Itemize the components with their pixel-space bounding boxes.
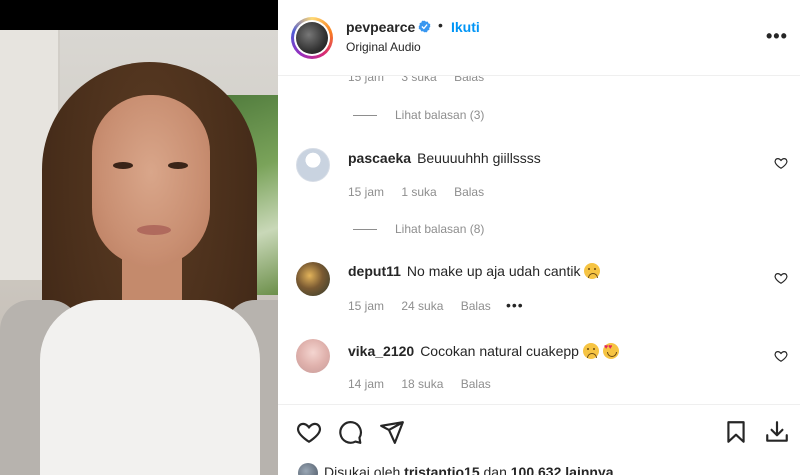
heart-icon[interactable] bbox=[774, 156, 788, 170]
commenter-avatar[interactable] bbox=[296, 339, 330, 373]
comment-time: 14 jam bbox=[348, 377, 385, 391]
commenter-avatar[interactable] bbox=[296, 148, 330, 182]
view-replies-label: Lihat balasan (3) bbox=[395, 108, 485, 122]
likes-summary[interactable]: Disukai oleh tristantio15 dan 100.632 la… bbox=[278, 460, 800, 475]
comment-time: 15 jam bbox=[348, 76, 385, 84]
media-person-lips bbox=[137, 225, 171, 235]
media-person-eye-left bbox=[113, 162, 133, 169]
download-icon[interactable] bbox=[764, 419, 790, 445]
media-person-face bbox=[92, 95, 210, 267]
comment-body: Beuuuuhhh giillssss bbox=[417, 150, 541, 166]
post-actions-bar bbox=[278, 404, 800, 460]
verified-icon bbox=[418, 20, 431, 33]
comments-list[interactable]: 15 jam 3 suka Balas Lihat balasan (3) pa… bbox=[278, 76, 800, 404]
comment-likes[interactable]: 3 suka bbox=[401, 76, 436, 84]
share-icon[interactable] bbox=[379, 419, 405, 445]
view-replies-label: Lihat balasan (8) bbox=[395, 222, 485, 236]
post-side-panel: pevpearce • Ikuti Original Audio ••• 15 … bbox=[278, 0, 800, 475]
media-top-bar bbox=[0, 0, 278, 30]
likes-prefix: Disukai oleh bbox=[324, 464, 401, 475]
heart-icon[interactable] bbox=[774, 271, 788, 285]
comment-reply-button[interactable]: Balas bbox=[461, 377, 491, 391]
media-person-shirt bbox=[40, 300, 260, 475]
post-media[interactable] bbox=[0, 0, 278, 475]
more-options-icon[interactable]: ••• bbox=[766, 26, 788, 47]
commenter-username[interactable]: pascaeka bbox=[348, 150, 411, 166]
comment-time: 15 jam bbox=[348, 185, 385, 199]
commenter-username[interactable]: deput11 bbox=[348, 263, 401, 279]
header-separator: • bbox=[438, 17, 443, 33]
comment-meta: 15 jam 1 suka Balas bbox=[348, 185, 498, 199]
comment-icon[interactable] bbox=[337, 419, 363, 445]
comment-more-icon[interactable]: ••• bbox=[506, 297, 524, 313]
likes-count[interactable]: 100.632 lainnya bbox=[511, 464, 614, 475]
liker-avatar bbox=[298, 463, 318, 475]
comment-meta: 14 jam 18 suka Balas bbox=[348, 377, 505, 391]
comment-body: No make up aja udah cantik bbox=[406, 263, 581, 279]
heart-eyes-emoji bbox=[602, 343, 619, 359]
like-heart-icon[interactable] bbox=[296, 419, 322, 445]
comment-likes[interactable]: 1 suka bbox=[401, 185, 436, 199]
audio-label[interactable]: Original Audio bbox=[346, 40, 421, 54]
commenter-username[interactable]: vika_2120 bbox=[348, 343, 414, 359]
comment-likes[interactable]: 18 suka bbox=[401, 377, 443, 391]
follow-button[interactable]: Ikuti bbox=[451, 19, 480, 35]
author-username[interactable]: pevpearce bbox=[346, 19, 415, 35]
sad-face-emoji bbox=[584, 263, 601, 279]
comment-meta: 15 jam 3 suka Balas bbox=[348, 76, 498, 84]
comment-body: Cocokan natural cuakepp bbox=[420, 343, 579, 359]
likes-text: Disukai oleh tristantio15 dan 100.632 la… bbox=[324, 464, 614, 475]
comment-likes[interactable]: 24 suka bbox=[401, 299, 443, 313]
likes-middle: dan bbox=[483, 464, 507, 475]
comment-text: pascaeka Beuuuuhhh giillssss bbox=[348, 150, 541, 166]
comment-text: vika_2120 Cocokan natural cuakepp bbox=[348, 343, 619, 359]
comment-reply-button[interactable]: Balas bbox=[454, 185, 484, 199]
heart-icon[interactable] bbox=[774, 349, 788, 363]
liker-username[interactable]: tristantio15 bbox=[404, 464, 479, 475]
comment-reply-button[interactable]: Balas bbox=[454, 76, 484, 84]
replies-line bbox=[353, 229, 377, 231]
comment-time: 15 jam bbox=[348, 299, 385, 313]
comment-meta: 15 jam 24 suka Balas bbox=[348, 299, 505, 313]
sad-face-emoji bbox=[582, 343, 599, 359]
comment-reply-button[interactable]: Balas bbox=[461, 299, 491, 313]
save-icon[interactable] bbox=[723, 419, 749, 445]
comment-text: deput11 No make up aja udah cantik bbox=[348, 263, 601, 279]
view-replies-button[interactable]: Lihat balasan (3) bbox=[353, 108, 484, 122]
author-avatar[interactable] bbox=[291, 17, 333, 59]
replies-line bbox=[353, 115, 377, 117]
commenter-avatar[interactable] bbox=[296, 262, 330, 296]
media-person-eye-right bbox=[168, 162, 188, 169]
view-replies-button[interactable]: Lihat balasan (8) bbox=[353, 222, 484, 236]
post-header: pevpearce • Ikuti Original Audio ••• bbox=[278, 0, 800, 76]
